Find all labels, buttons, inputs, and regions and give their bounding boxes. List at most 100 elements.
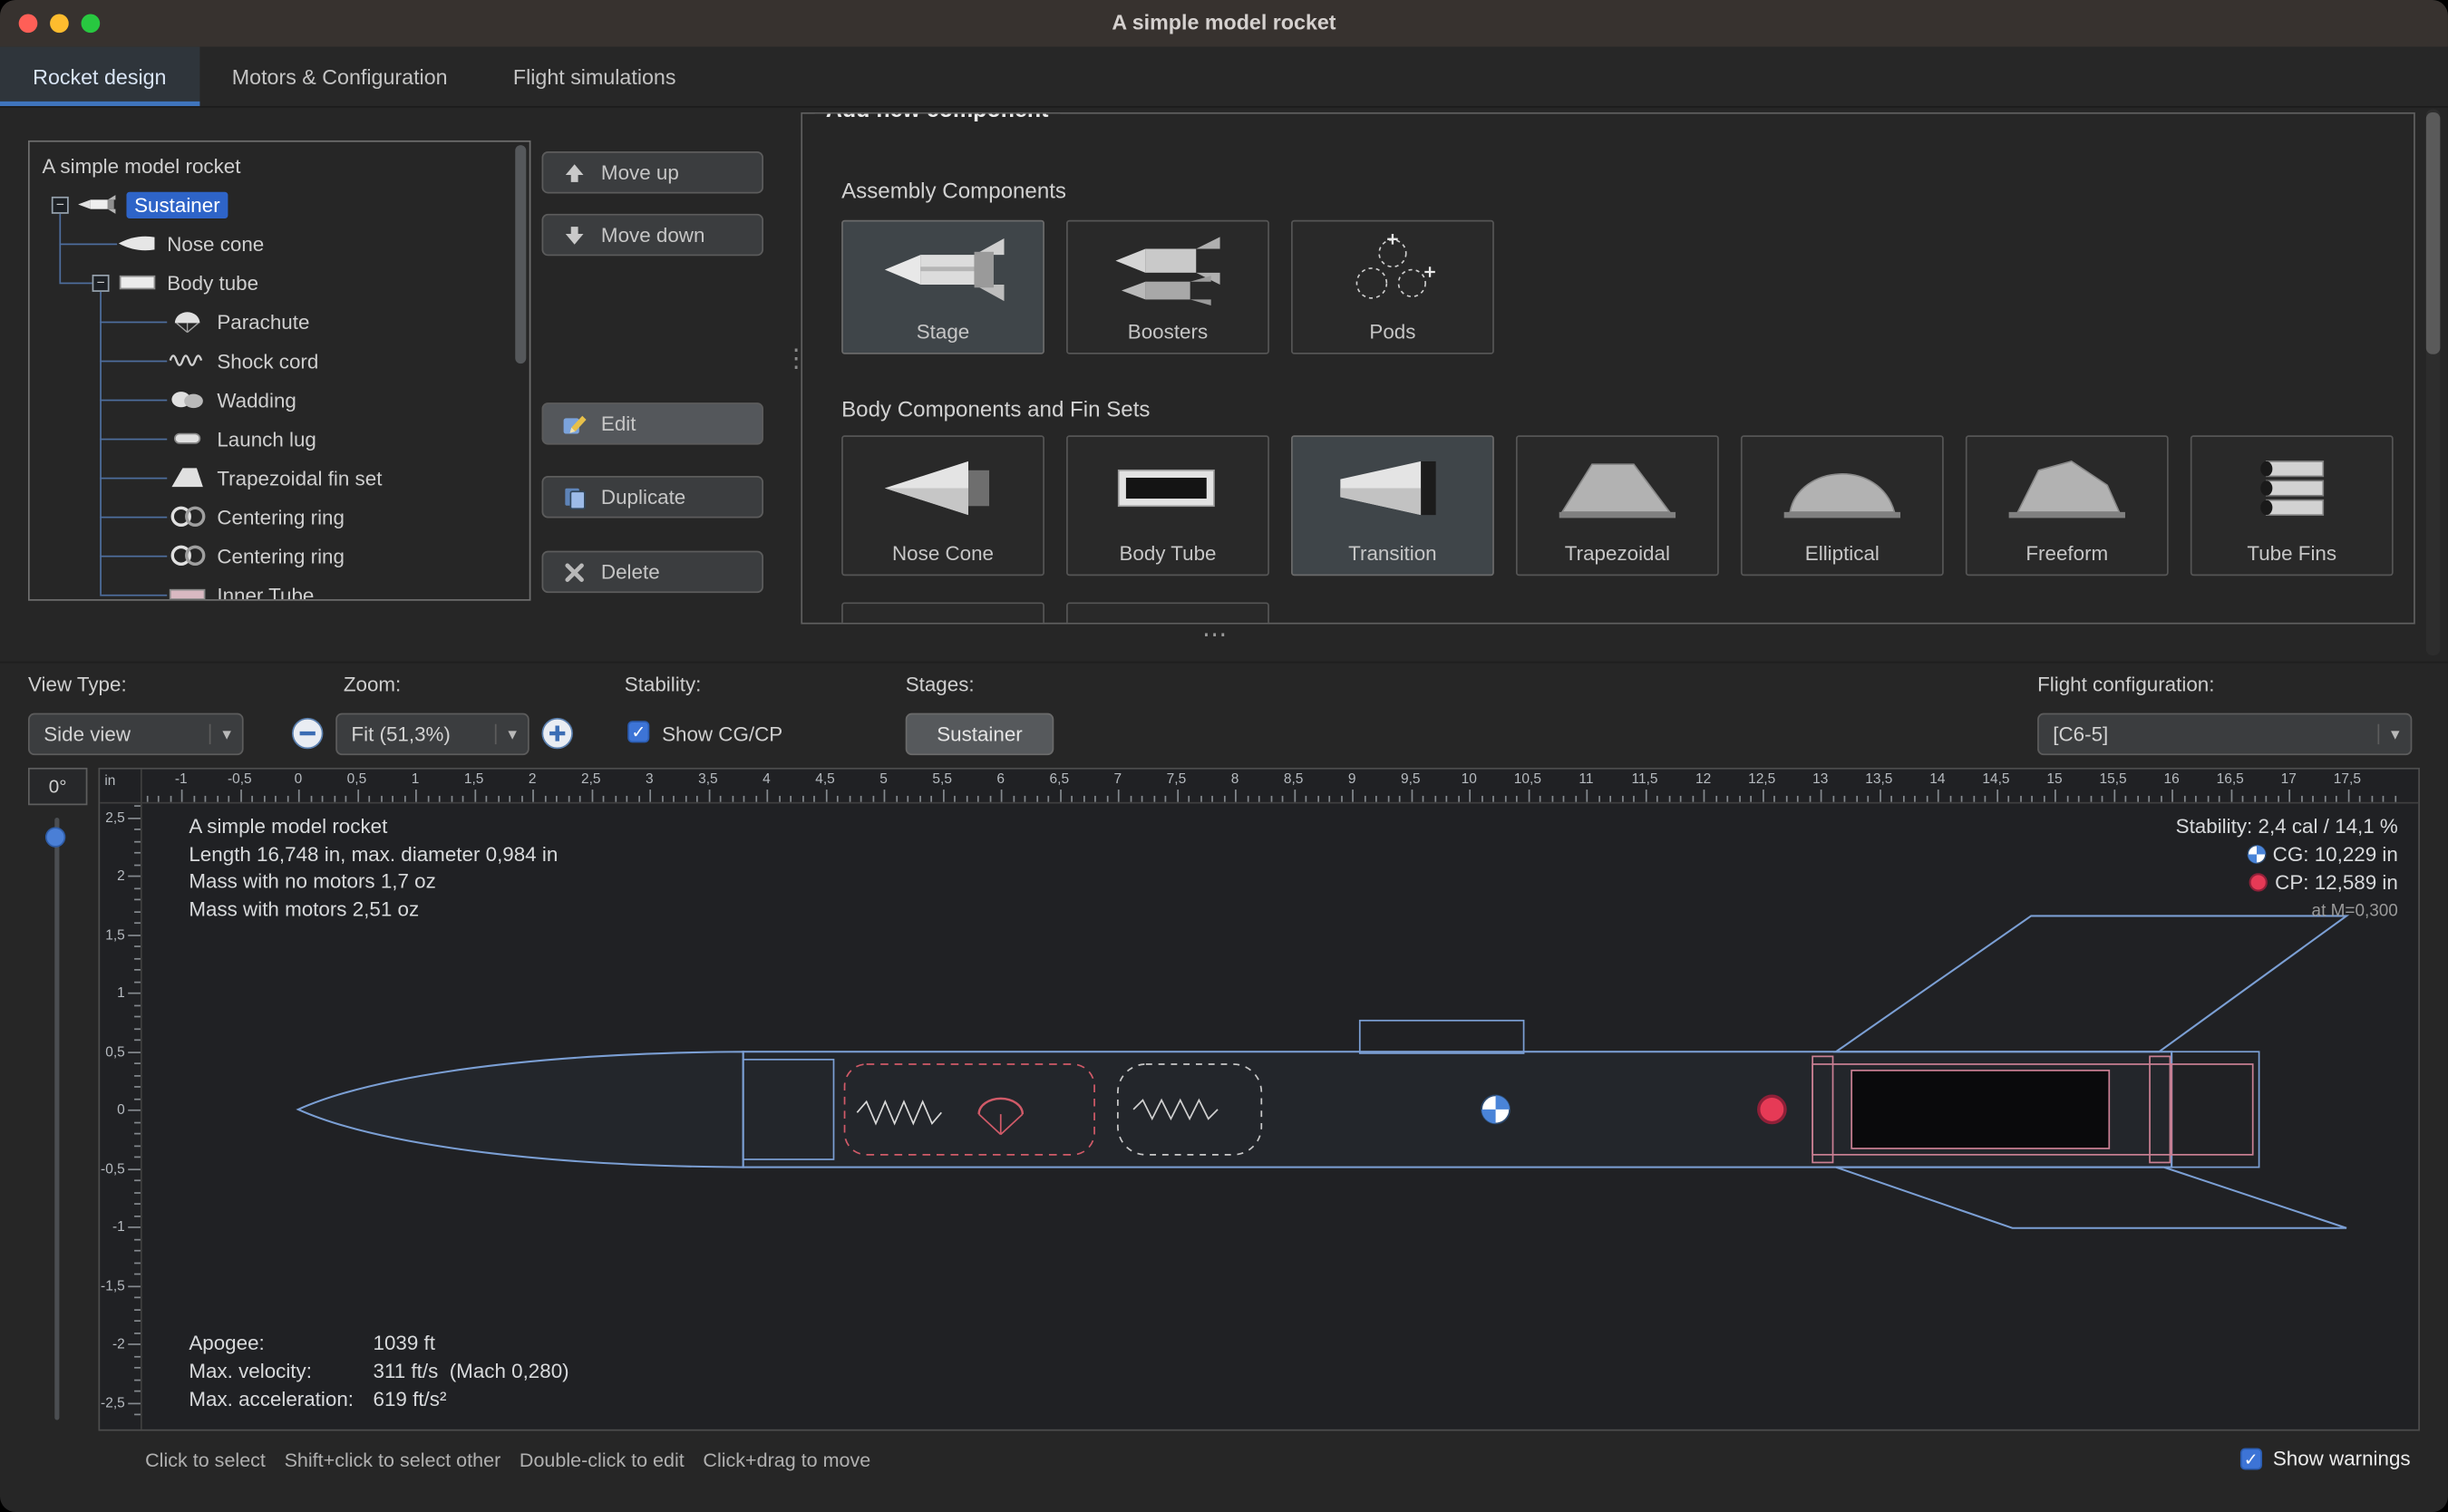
view-toolbar: View Type: Side view ▾ Zoom: Fit (51,3%)…	[0, 662, 2448, 770]
ruler-tick	[128, 1226, 141, 1228]
fin-top-outline[interactable]	[1836, 916, 2346, 1052]
component-tile-tube-fins[interactable]: Tube Fins	[2191, 435, 2394, 576]
action-buttons: Move up Move down Edit Duplicate Delete	[541, 151, 763, 604]
tree-item-trapezoidal-fin-set[interactable]: Trapezoidal fin set	[30, 459, 529, 498]
tab-rocket-design[interactable]: Rocket design	[0, 47, 199, 106]
ruler-tick	[1938, 790, 1939, 802]
tree-expander-icon[interactable]: −	[92, 275, 110, 292]
show-warnings-checkbox[interactable]: ✓	[2240, 1448, 2262, 1469]
ruler-tick	[2195, 796, 2197, 802]
ruler-tick-label: 3	[646, 771, 654, 786]
tab-flight-simulations[interactable]: Flight simulations	[481, 47, 709, 106]
rocket-icon	[76, 192, 117, 218]
ruler-tick	[1809, 796, 1811, 802]
zoom-out-button[interactable]	[290, 716, 325, 751]
component-tile-transition[interactable]: Transition	[1291, 435, 1494, 576]
show-warnings[interactable]: ✓ Show warnings	[2240, 1447, 2411, 1470]
component-tile-freeform[interactable]: Freeform	[1966, 435, 2169, 576]
ruler-tick	[1855, 796, 1857, 802]
tree-item-parachute[interactable]: Parachute	[30, 303, 529, 342]
edit-button[interactable]: Edit	[541, 402, 763, 444]
ruler-tick	[128, 1402, 141, 1404]
fin-bottom-outline[interactable]	[1836, 1168, 2346, 1228]
elliptical-icon	[1743, 446, 1942, 530]
launch-lug-outline[interactable]	[1360, 1021, 1524, 1053]
tree-item-wadding[interactable]: Wadding	[30, 381, 529, 420]
tree-item-launch-lug[interactable]: Launch lug	[30, 420, 529, 459]
ruler-tick	[170, 796, 171, 802]
ruler-tick-label: 11,5	[1632, 771, 1658, 786]
tree-item-a-simple-model-rocket[interactable]: A simple model rocket	[30, 147, 529, 186]
delete-button[interactable]: Delete	[541, 551, 763, 593]
ruler-tick-label: 12,5	[1748, 771, 1775, 786]
nose-cone-outline[interactable]	[298, 1052, 743, 1167]
component-tile-boosters[interactable]: Boosters	[1066, 220, 1269, 354]
tree-item-body-tube[interactable]: −Body tube	[30, 264, 529, 303]
ruler-tick	[1141, 796, 1143, 802]
rocket-canvas[interactable]: in -1-0,500,511,522,533,544,555,566,577,…	[98, 768, 2419, 1431]
aft-ring-outline[interactable]	[2171, 1064, 2253, 1155]
ruler-tick-label: 17,5	[2334, 771, 2361, 786]
component-tile-nose-cone[interactable]: Nose Cone	[841, 435, 1044, 576]
component-tile-partial[interactable]	[1066, 602, 1269, 624]
chevron-down-icon: ▾	[496, 724, 517, 744]
component-tree[interactable]: A simple model rocket−SustainerNose cone…	[28, 141, 530, 601]
ruler-tick	[193, 796, 195, 802]
chevron-down-icon: ▾	[2378, 724, 2399, 744]
ruler-tick-label: 17	[2281, 771, 2297, 786]
ruler-tick	[755, 796, 757, 802]
ruler-tick-label: 2	[117, 867, 125, 883]
tab-motors-configuration[interactable]: Motors & Configuration	[199, 47, 481, 106]
move-up-button[interactable]: Move up	[541, 151, 763, 193]
move-down-button[interactable]: Move down	[541, 214, 763, 256]
duplicate-icon	[562, 484, 588, 509]
ruler-tick	[860, 796, 862, 802]
tree-item-inner-tube[interactable]: Inner Tube	[30, 576, 529, 601]
ruler-tick	[1949, 796, 1951, 802]
tree-expander-icon[interactable]: −	[52, 197, 69, 214]
component-tile-stage[interactable]: Stage	[841, 220, 1044, 354]
ruler-tick	[239, 790, 241, 802]
flight-configuration-select[interactable]: [C6-5] ▾	[2037, 713, 2412, 755]
component-tile-trapezoidal[interactable]: Trapezoidal	[1516, 435, 1719, 576]
ruler-tick	[181, 790, 183, 802]
show-cgcp-checkbox[interactable]: ✓	[627, 721, 649, 742]
duplicate-label: Duplicate	[601, 485, 685, 509]
component-tile-partial[interactable]	[841, 602, 1044, 624]
component-tile-pods[interactable]: Pods	[1291, 220, 1494, 354]
zoom-select[interactable]: Fit (51,3%) ▾	[335, 713, 529, 755]
aft-section-outline[interactable]	[2171, 1052, 2259, 1167]
tree-item-centering-ring[interactable]: Centering ring	[30, 537, 529, 576]
rotation-slider-thumb[interactable]	[45, 827, 65, 847]
rocket-drawing-area[interactable]: A simple model rocket Length 16,748 in, …	[142, 804, 2419, 1430]
duplicate-button[interactable]: Duplicate	[541, 476, 763, 518]
component-tile-body-tube[interactable]: Body Tube	[1066, 435, 1269, 576]
ruler-tick	[128, 817, 141, 819]
motor-block[interactable]	[1851, 1071, 2109, 1149]
tree-item-label: Inner Tube	[217, 582, 314, 601]
tree-item-shock-cord[interactable]: Shock cord	[30, 342, 529, 381]
component-tile-label: Elliptical	[1743, 541, 1942, 565]
cg-icon	[2246, 844, 2266, 864]
panel-resize-handle-icon[interactable]: ⋯	[1202, 619, 1230, 650]
panel-scrollbar-thumb[interactable]	[2426, 112, 2440, 354]
ruler-tick	[2183, 796, 2185, 802]
component-tile-elliptical[interactable]: Elliptical	[1741, 435, 1944, 576]
stability-line: Stability: 2,4 cal / 14,1 %	[2176, 813, 2398, 841]
ruler-tick	[849, 796, 850, 802]
ruler-tick	[649, 790, 651, 802]
ruler-tick-label: -1,5	[101, 1277, 125, 1293]
panel-scrollbar[interactable]	[2426, 109, 2440, 654]
tree-item-sustainer[interactable]: −Sustainer	[30, 186, 529, 225]
view-type-select[interactable]: Side view ▾	[28, 713, 244, 755]
stage-toggle-sustainer[interactable]: Sustainer	[906, 713, 1054, 755]
cp-line: CP: 12,589 in	[2176, 869, 2398, 897]
ruler-tick	[134, 840, 141, 842]
rotation-slider-track[interactable]	[54, 818, 59, 1420]
tree-item-nose-cone[interactable]: Nose cone	[30, 225, 529, 264]
ruler-tick-label: 12	[1695, 771, 1711, 786]
tree-item-centering-ring[interactable]: Centering ring	[30, 498, 529, 537]
zoom-in-button[interactable]	[540, 716, 575, 751]
ruler-tick	[134, 1203, 141, 1205]
ruler-tick-label: 0	[295, 771, 303, 786]
